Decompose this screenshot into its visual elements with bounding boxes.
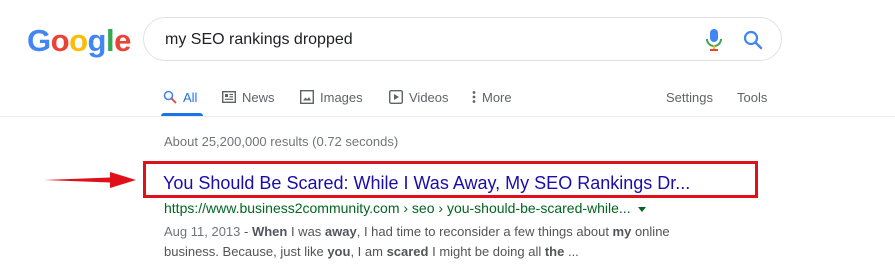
result-snippet: Aug 11, 2013 - When I was away, I had ti… — [164, 222, 724, 262]
tab-more[interactable]: More — [472, 88, 512, 106]
snippet-keyword: away — [324, 224, 357, 239]
tab-news[interactable]: News — [222, 88, 275, 106]
snippet-keyword: When — [251, 224, 288, 239]
result-url-text[interactable]: https://www.business2community.com › seo… — [164, 200, 631, 216]
search-input[interactable]: my SEO rankings dropped — [165, 30, 353, 50]
settings-label: Settings — [666, 89, 713, 105]
tab-label: More — [482, 89, 512, 105]
tab-label: All — [183, 89, 198, 105]
more-vertical-icon — [472, 91, 476, 103]
snippet-fragment: - — [240, 224, 252, 239]
tab-label: Videos — [409, 89, 449, 105]
header-divider — [0, 116, 895, 117]
snippet-keyword: my — [612, 224, 632, 239]
logo-letter: g — [87, 23, 107, 58]
result-stats: About 25,200,000 results (0.72 seconds) — [164, 134, 399, 149]
annotation-arrow-icon — [44, 172, 136, 188]
logo-letter: l — [105, 23, 115, 58]
logo-letter: o — [69, 23, 88, 58]
caret-down-icon[interactable] — [637, 206, 646, 212]
search-icon[interactable] — [742, 29, 764, 51]
logo-letter: e — [114, 23, 131, 58]
result-date: Aug 11, 2013 — [164, 224, 241, 239]
microphone-icon[interactable] — [704, 28, 724, 52]
snippet-fragment: , I had time to reconsider a few things … — [356, 224, 613, 239]
snippet-keyword: scared — [386, 244, 429, 259]
tab-videos[interactable]: Videos — [389, 88, 449, 106]
play-icon — [389, 90, 403, 104]
tab-label: News — [242, 89, 275, 105]
logo-letter: o — [50, 23, 70, 58]
image-icon — [300, 90, 314, 104]
snippet-keyword: you — [327, 244, 351, 259]
tab-label: Images — [320, 89, 363, 105]
snippet-keyword: the — [544, 244, 565, 259]
snippet-fragment: ... — [564, 244, 579, 259]
news-icon — [222, 91, 236, 103]
snippet-text: - When I was away, I had time to reconsi… — [164, 224, 670, 259]
tools-label: Tools — [737, 89, 768, 105]
snippet-fragment: , I am — [350, 244, 387, 259]
search-box[interactable]: my SEO rankings dropped — [143, 17, 782, 61]
snippet-fragment: I might be doing all — [428, 244, 545, 259]
settings-link[interactable]: Settings — [666, 88, 713, 106]
result-title-link[interactable]: You Should Be Scared: While I Was Away, … — [163, 172, 753, 194]
snippet-fragment: I was — [287, 224, 325, 239]
result-url[interactable]: https://www.business2community.com › seo… — [164, 200, 646, 216]
google-logo[interactable]: Google — [27, 23, 131, 59]
tools-link[interactable]: Tools — [737, 88, 767, 106]
tab-all[interactable]: All — [163, 88, 197, 106]
tab-images[interactable]: Images — [300, 88, 363, 106]
search-icon — [163, 90, 177, 104]
logo-letter: G — [27, 23, 51, 58]
